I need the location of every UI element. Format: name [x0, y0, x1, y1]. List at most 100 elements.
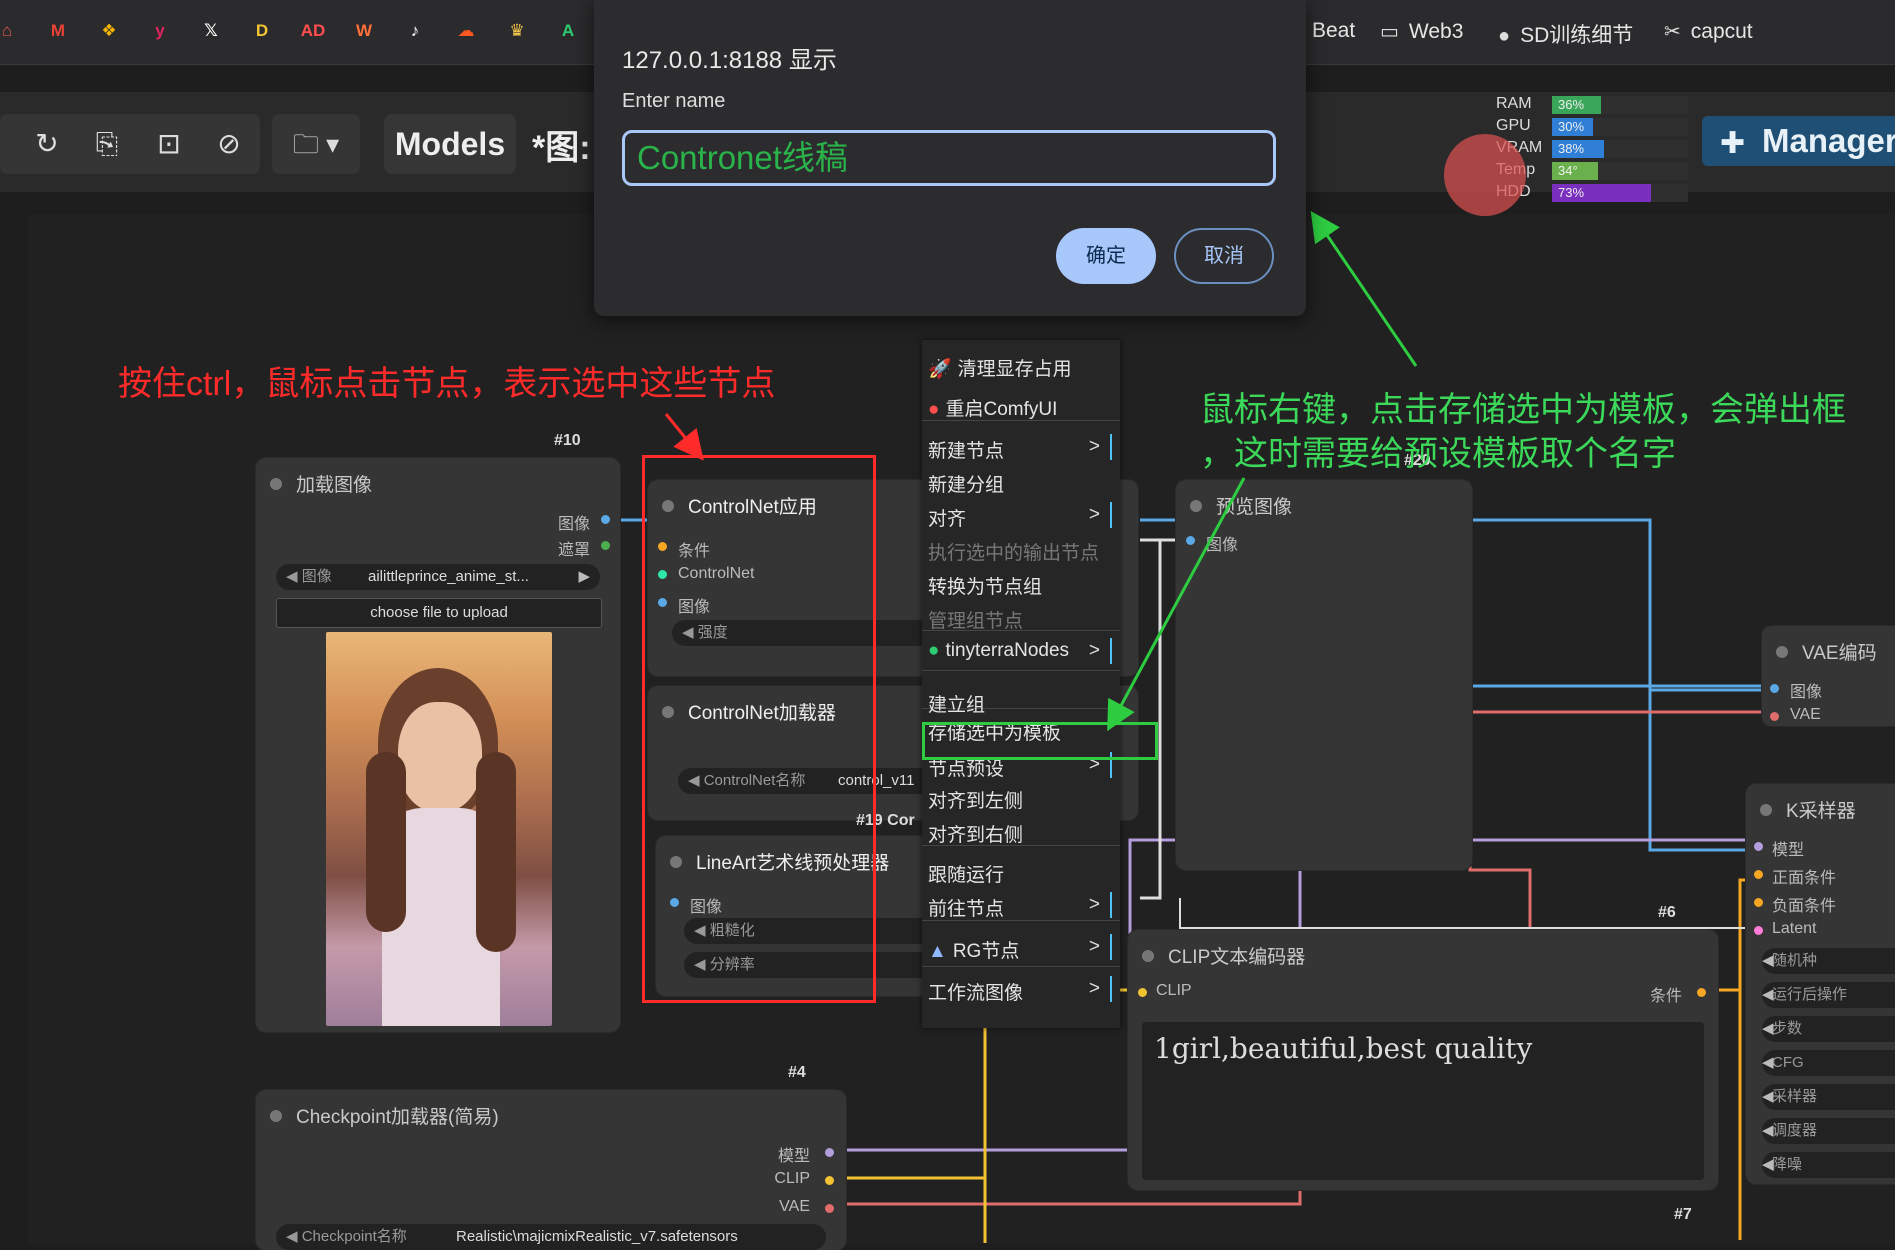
menu-highlight-box [922, 722, 1158, 760]
ok-button[interactable]: 确定 [1056, 228, 1156, 284]
input-vae-label: VAE [1790, 706, 1821, 723]
menu-item[interactable]: 对齐到右侧 [928, 820, 1114, 847]
image-select-widget[interactable]: ◀ 图像 ailittleprince_anime_st... ▶ [276, 564, 600, 590]
output-cond-slot[interactable] [1697, 988, 1706, 997]
submenu-indicator [1110, 976, 1112, 1002]
menu-item[interactable]: 跟随运行 [928, 860, 1114, 887]
input-positive-slot[interactable] [1754, 870, 1763, 879]
submenu-indicator [1110, 892, 1112, 918]
submenu-arrow-icon: > [1088, 436, 1100, 457]
node-title: 加载图像 [296, 475, 373, 496]
menu-item-label: 跟随运行 [928, 865, 1005, 886]
node-id-label: #6 [1658, 904, 1676, 921]
dialog-label: Enter name [622, 90, 726, 112]
restart-icon: ● [928, 399, 940, 420]
preview-image-node[interactable]: 预览图像 图像 [1176, 480, 1472, 870]
input-negative-slot[interactable] [1754, 898, 1763, 907]
context-menu: 🚀 清理显存占用 ● 重启ComfyUI 新建节点 > 新建分组 对齐 > 执行选中的输出节点 转换… [922, 340, 1120, 1028]
menu-item[interactable]: ▲ RG节点 > [928, 934, 1114, 963]
submenu-indicator [1110, 502, 1112, 528]
menu-item[interactable]: 对齐到左侧 [928, 786, 1114, 813]
template-name-input[interactable]: Contronet线稿 [622, 130, 1276, 186]
submenu-indicator [1110, 934, 1112, 960]
menu-item[interactable]: 🚀 清理显存占用 [928, 354, 1114, 381]
node-title: VAE编码 [1802, 643, 1877, 664]
output-clip-slot[interactable] [825, 1176, 834, 1185]
submenu-arrow-icon: > [1088, 936, 1100, 957]
menu-item-label: 节点预设 [928, 759, 1005, 780]
ksampler-widget[interactable]: ◀ 步数 [1762, 1016, 1895, 1042]
output-mask-slot[interactable] [601, 541, 610, 550]
checkpoint-name-widget[interactable]: ◀ Checkpoint名称 Realistic\majicmixRealist… [276, 1224, 826, 1250]
input-latent-slot[interactable] [1754, 926, 1763, 935]
portrait-image [326, 632, 552, 1026]
widget-label: 调度器 [1772, 1122, 1818, 1139]
output-vae-slot[interactable] [825, 1204, 834, 1213]
clip-text-encode-node[interactable]: CLIP文本编码器 CLIP 条件 1girl,beautiful,best q… [1128, 930, 1718, 1190]
cancel-button[interactable]: 取消 [1174, 228, 1274, 284]
rocket-icon: 🚀 [928, 359, 952, 380]
input-latent-label: Latent [1772, 920, 1817, 937]
ksampler-widget[interactable]: ◀ 降噪 [1762, 1152, 1895, 1178]
input-image-slot[interactable] [1770, 684, 1779, 693]
ksampler-widget[interactable]: ◀ CFG [1762, 1050, 1895, 1076]
menu-item-label: 清理显存占用 [957, 359, 1072, 380]
input-image-label: 图像 [1206, 537, 1239, 554]
collapse-dot[interactable] [1142, 950, 1154, 962]
menu-item[interactable]: 建立组 [928, 690, 1114, 717]
submenu-arrow-icon: > [1088, 978, 1100, 999]
collapse-dot[interactable] [1190, 500, 1202, 512]
menu-item[interactable]: 新建分组 [928, 470, 1114, 497]
selection-highlight-box [642, 455, 876, 1003]
menu-item-label: 新建分组 [928, 475, 1005, 496]
menu-item-label: 重启ComfyUI [945, 399, 1058, 420]
input-image-slot[interactable] [1186, 536, 1195, 545]
ksampler-widget[interactable]: ◀ 调度器 [1762, 1118, 1895, 1144]
prompt-textarea[interactable]: 1girl,beautiful,best quality [1142, 1022, 1704, 1180]
menu-item-label: 建立组 [928, 695, 986, 716]
menu-item[interactable]: 新建节点 > [928, 434, 1114, 463]
node-title: CLIP文本编码器 [1168, 947, 1306, 968]
output-model-slot[interactable] [825, 1148, 834, 1157]
menu-item-label: 对齐到左侧 [928, 791, 1024, 812]
input-vae-slot[interactable] [1770, 712, 1779, 721]
widget-label: 运行后操作 [1772, 986, 1848, 1003]
upload-button[interactable]: choose file to upload [276, 598, 602, 628]
submenu-indicator [1110, 638, 1112, 664]
output-image-slot[interactable] [601, 515, 610, 524]
menu-item[interactable]: 对齐 > [928, 502, 1114, 531]
mouse-cursor-indicator [1444, 134, 1526, 216]
widget-label: CFG [1772, 1054, 1804, 1071]
menu-item[interactable]: 转换为节点组 [928, 572, 1114, 599]
input-model-slot[interactable] [1754, 842, 1763, 851]
menu-item-label: 对齐 [928, 509, 967, 530]
input-positive-label: 正面条件 [1772, 870, 1837, 887]
menu-item[interactable]: ● 重启ComfyUI [928, 394, 1114, 421]
collapse-dot[interactable] [1776, 646, 1788, 658]
output-clip-label: CLIP [774, 1170, 810, 1187]
ksampler-widget[interactable]: ◀ 随机种 [1762, 948, 1895, 974]
input-clip-slot[interactable] [1138, 988, 1147, 997]
menu-item: 管理组节点 [928, 606, 1114, 633]
input-model-label: 模型 [1772, 842, 1805, 859]
submenu-indicator [1110, 434, 1112, 460]
collapse-dot[interactable] [1760, 804, 1772, 816]
menu-item[interactable]: ● tinyterraNodes > [928, 638, 1114, 664]
load-image-node[interactable]: 加载图像 图像 遮罩 ◀ 图像 ailittleprince_anime_st.… [256, 458, 620, 1032]
widget-label: 降噪 [1772, 1156, 1803, 1173]
widget-label: 采样器 [1772, 1088, 1818, 1105]
menu-item-label: 新建节点 [928, 441, 1005, 462]
ksampler-widget[interactable]: ◀ 运行后操作 [1762, 982, 1895, 1008]
ksampler-widget[interactable]: ◀ 采样器 [1762, 1084, 1895, 1110]
menu-separator [922, 670, 1120, 671]
menu-item[interactable]: 前往节点 > [928, 892, 1114, 921]
checkpoint-loader-node[interactable]: Checkpoint加载器(简易) 模型 CLIP VAE ◀ Checkpoi… [256, 1090, 846, 1250]
menu-item-label: 工作流图像 [928, 983, 1024, 1004]
collapse-dot[interactable] [270, 478, 282, 490]
collapse-dot[interactable] [270, 1110, 282, 1122]
rg-icon: ▲ [928, 941, 947, 962]
ksampler-node[interactable]: K采样器 模型 正面条件 负面条件 Latent ◀ 随机种 ◀ 运行后操作 ◀ 步… [1746, 784, 1895, 1184]
vae-encode-node[interactable]: VAE编码 图像 VAE [1762, 626, 1895, 726]
menu-item[interactable]: 工作流图像 > [928, 976, 1114, 1005]
output-cond-label: 条件 [1649, 988, 1682, 1005]
